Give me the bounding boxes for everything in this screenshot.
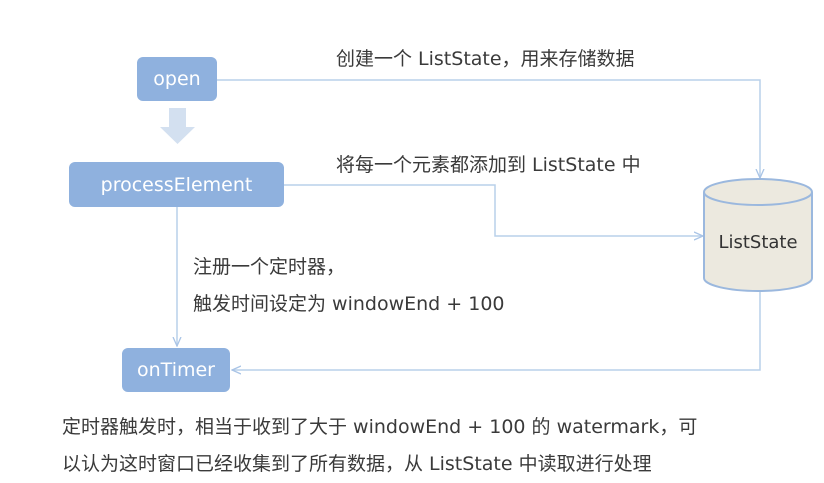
caption-line-1: 定时器触发时，相当于收到了大于 windowEnd + 100 的 waterm…: [62, 416, 698, 438]
arrow-process-to-liststate: [284, 184, 703, 236]
open-node: open: [137, 57, 217, 101]
ontimer-node: onTimer: [122, 348, 230, 392]
process-to-ontimer-label-line1: 注册一个定时器，: [193, 256, 346, 278]
caption-line-2: 以认为这时窗口已经收集到了所有数据，从 ListState 中读取进行处理: [62, 453, 652, 475]
liststate-label: ListState: [718, 232, 798, 253]
open-to-liststate-label: 创建一个 ListState，用来存储数据: [336, 48, 635, 70]
process-element-node: processElement: [69, 162, 284, 207]
process-to-liststate-label: 将每一个元素都添加到 ListState 中: [336, 154, 641, 176]
block-arrow-open-to-process: [160, 108, 195, 144]
process-to-ontimer-label-line2: 触发时间设定为 windowEnd + 100: [193, 293, 505, 315]
